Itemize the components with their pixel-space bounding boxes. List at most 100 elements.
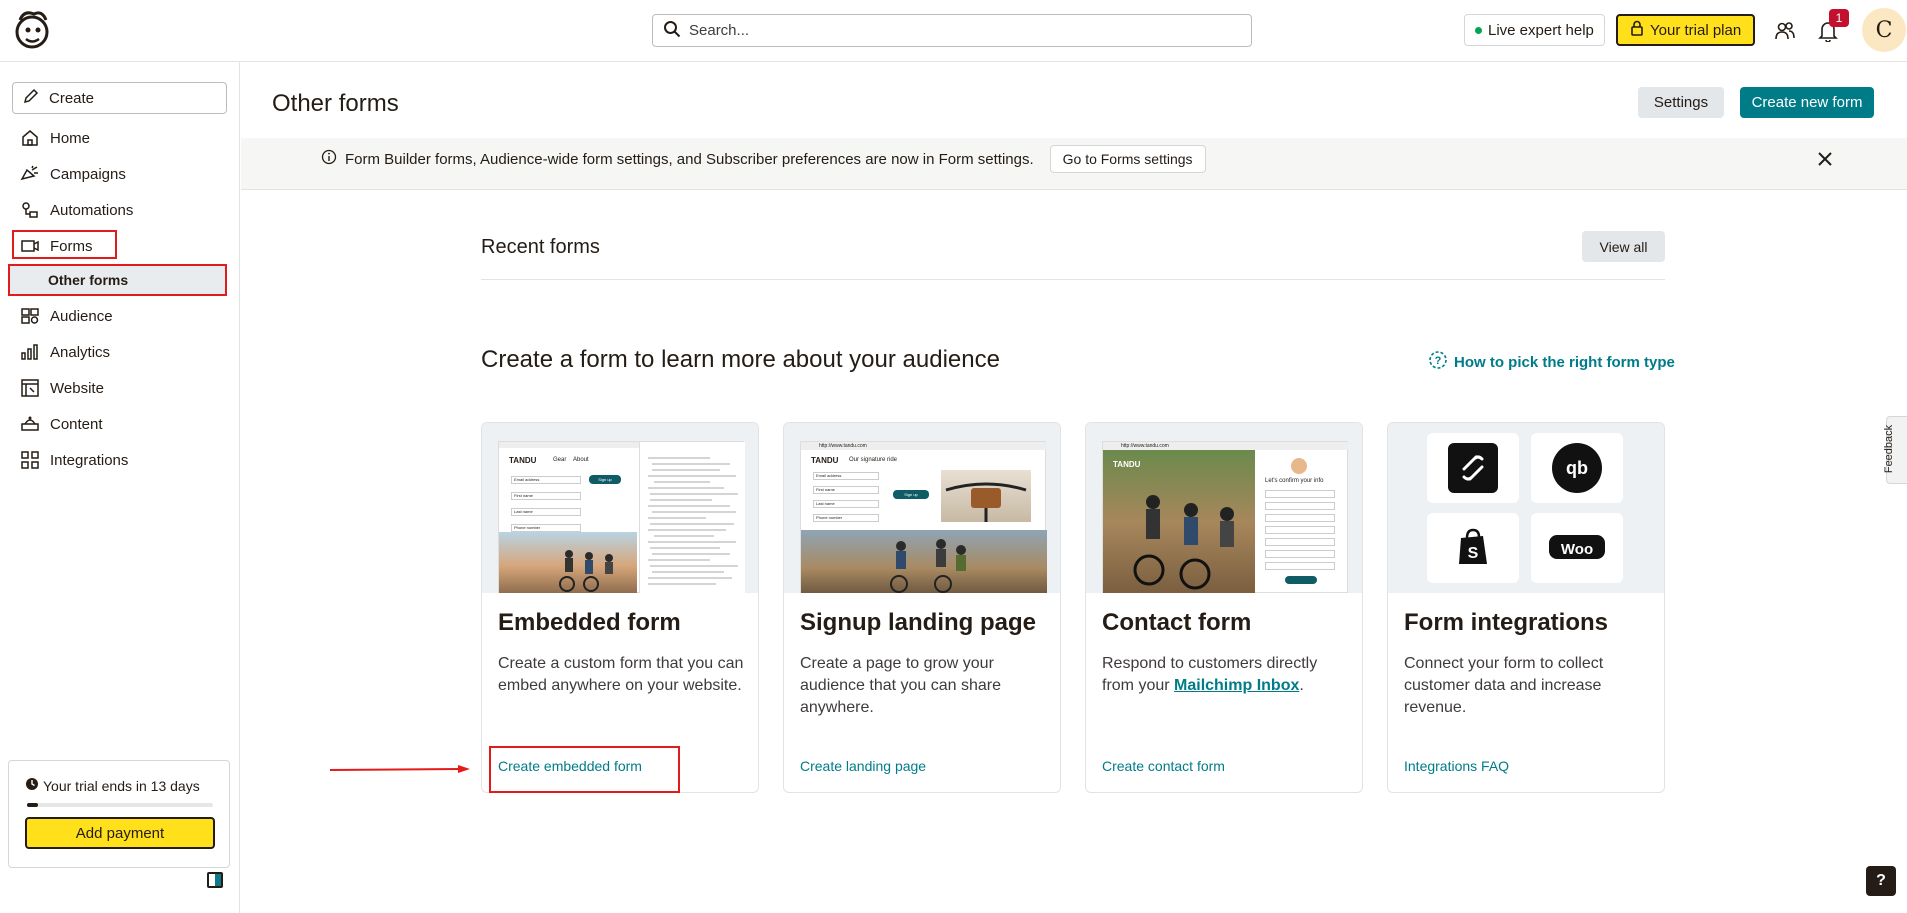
mock-brand: TANDU (509, 456, 537, 465)
search-bar[interactable] (652, 14, 1252, 47)
cyclists-photo (801, 530, 1047, 593)
lock-icon (1630, 20, 1644, 40)
mock-field: Phone number (813, 514, 879, 522)
help-button[interactable]: ? (1866, 866, 1896, 896)
mock-field: First name (813, 486, 879, 494)
highlight-other-forms (8, 264, 227, 296)
how-to-pick-label: How to pick the right form type (1454, 353, 1675, 371)
feedback-tab[interactable]: Feedback (1883, 416, 1907, 484)
highlight-create-embedded-form (489, 746, 680, 793)
sidebar-item-content[interactable]: Content (20, 410, 103, 438)
sidebar-item-home[interactable]: Home (20, 124, 90, 152)
contact-form-preview: http://www.tandu.com TANDU Let's confirm… (1086, 423, 1362, 593)
top-bar: Live expert help Your trial plan 1 C (0, 0, 1907, 62)
search-input[interactable] (689, 22, 1209, 39)
sidebar-item-audience[interactable]: Audience (20, 302, 113, 330)
recent-forms-heading: Recent forms (481, 236, 600, 258)
woo-logo-icon: Woo (1531, 513, 1623, 583)
notification-badge: 1 (1829, 9, 1849, 27)
feedback-label: Feedback (1883, 424, 1896, 474)
card-description: Create a page to grow your audience that… (800, 655, 1002, 716)
mock-field: Email address (511, 476, 581, 484)
sidebar-item-label: Home (50, 129, 91, 147)
embedded-form-mockup: TANDU Gear About Email address Sign up F… (498, 441, 745, 593)
users-icon[interactable] (1770, 16, 1800, 46)
mock-heading: Let's confirm your info (1265, 478, 1324, 484)
mock-field: Last name (511, 508, 581, 516)
collapse-sidebar-icon[interactable] (207, 872, 223, 888)
integrations-icon (21, 451, 39, 469)
sidebar-item-analytics[interactable]: Analytics (20, 338, 110, 366)
add-payment-button[interactable]: Add payment (25, 817, 215, 849)
how-to-pick-link[interactable]: ? How to pick the right form type (1428, 350, 1675, 374)
go-to-forms-settings-button[interactable]: Go to Forms settings (1049, 145, 1206, 173)
live-help-label: Live expert help (1488, 21, 1594, 39)
shopify-logo-icon: S (1427, 513, 1519, 583)
live-expert-help-button[interactable]: Live expert help (1464, 14, 1605, 46)
mailchimp-inbox-link[interactable]: Mailchimp Inbox (1174, 677, 1299, 694)
highlight-forms (12, 230, 117, 259)
sidebar-item-label: Campaigns (50, 165, 126, 183)
landing-page-mockup: http://www.tandu.com TANDU Our signature… (800, 441, 1047, 593)
website-icon (21, 379, 39, 397)
handlebar-photo (941, 470, 1031, 522)
mock-field: Email address (813, 472, 879, 480)
close-icon[interactable] (1810, 144, 1840, 174)
view-all-button[interactable]: View all (1582, 231, 1665, 262)
card-description: Create a custom form that you can embed … (498, 655, 744, 694)
mock-button: Sign up (589, 475, 621, 484)
page-title: Other forms (272, 90, 399, 117)
sidebar: Create Home Campaigns Automations Forms … (0, 62, 240, 913)
create-button[interactable]: Create (12, 82, 227, 114)
trial-progress-bar (27, 803, 213, 807)
create-landing-page-link[interactable]: Create landing page (800, 758, 926, 774)
settings-button[interactable]: Settings (1638, 87, 1724, 118)
code-panel (639, 442, 745, 593)
automation-icon (22, 202, 38, 218)
mock-button: Sign up (893, 490, 929, 499)
sidebar-item-label: Audience (50, 307, 113, 325)
trial-plan-button[interactable]: Your trial plan (1616, 14, 1756, 46)
create-label: Create (49, 89, 95, 107)
create-form-heading: Create a form to learn more about your a… (481, 346, 1000, 373)
integrations-faq-link[interactable]: Integrations FAQ (1404, 758, 1509, 774)
sidebar-item-integrations[interactable]: Integrations (20, 446, 128, 474)
card-title: Contact form (1102, 609, 1252, 636)
mock-field: Phone number (511, 524, 581, 532)
mock-tagline: Our signature ride (849, 457, 898, 463)
mock-brand: TANDU (1113, 460, 1141, 469)
mock-nav: About (573, 457, 589, 463)
contact-form-card[interactable]: http://www.tandu.com TANDU Let's confirm… (1085, 422, 1363, 793)
desc-text: . (1299, 677, 1304, 694)
quickbooks-logo-icon: qb (1531, 433, 1623, 503)
avatar (1291, 458, 1307, 474)
contact-form-mockup: http://www.tandu.com TANDU Let's confirm… (1102, 441, 1349, 593)
create-new-form-button[interactable]: Create new form (1740, 87, 1874, 118)
info-icon (321, 149, 337, 169)
trial-text: Your trial ends in 13 days (43, 777, 200, 794)
card-description: Connect your form to collect customer da… (1404, 655, 1604, 716)
signup-landing-page-card[interactable]: http://www.tandu.com TANDU Our signature… (783, 422, 1061, 793)
search-icon (663, 20, 681, 41)
sidebar-item-label: Content (50, 415, 103, 433)
mock-field: Last name (813, 500, 879, 508)
sidebar-item-automations[interactable]: Automations (20, 196, 133, 224)
form-integrations-card[interactable]: qb S Woo Form integrations Connect your … (1387, 422, 1665, 793)
create-contact-form-link[interactable]: Create contact form (1102, 758, 1225, 774)
svg-text:S: S (1468, 545, 1479, 562)
online-status-icon (1475, 26, 1482, 34)
svg-text:?: ? (1435, 355, 1442, 367)
avatar[interactable]: C (1862, 8, 1906, 52)
trial-card: Your trial ends in 13 days Add payment (8, 760, 230, 868)
sidebar-item-label: Automations (50, 201, 134, 219)
sidebar-item-campaigns[interactable]: Campaigns (20, 160, 126, 188)
sidebar-item-website[interactable]: Website (20, 374, 104, 402)
help-icon: ? (1428, 350, 1448, 374)
squarespace-logo-icon (1427, 433, 1519, 503)
landing-page-preview: http://www.tandu.com TANDU Our signature… (784, 423, 1060, 593)
card-title: Signup landing page (800, 609, 1036, 636)
mailchimp-logo-icon[interactable] (12, 8, 52, 50)
embedded-form-card[interactable]: TANDU Gear About Email address Sign up F… (481, 422, 759, 793)
red-arrow-icon (330, 765, 470, 773)
home-icon (22, 130, 38, 146)
